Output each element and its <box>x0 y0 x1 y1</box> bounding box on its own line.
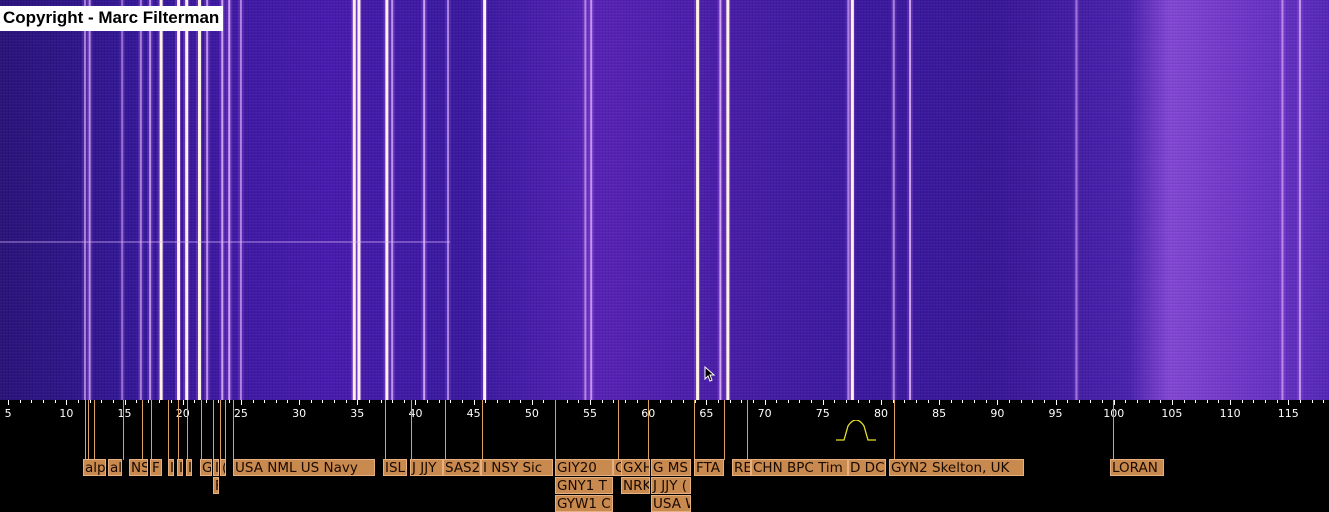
station-label[interactable]: ( <box>220 459 226 476</box>
signal-line <box>1281 0 1284 400</box>
station-marker <box>724 400 725 460</box>
station-marker <box>385 400 386 460</box>
signal-lines <box>0 0 1303 400</box>
station-label[interactable]: F <box>150 459 162 476</box>
signal-line <box>357 0 361 400</box>
station-labels: alpalNSFIIIGIF(USA NML US NavyISLJ JJYSA… <box>0 400 1329 512</box>
signal-line <box>159 0 163 400</box>
signal-line <box>423 0 426 400</box>
station-label[interactable]: J JJY <box>410 459 443 476</box>
station-marker <box>648 400 649 460</box>
signal-line <box>909 0 912 400</box>
station-marker <box>555 400 556 460</box>
signal-line <box>590 0 593 400</box>
signal-line <box>198 0 202 400</box>
station-marker <box>168 400 169 460</box>
station-label[interactable]: NS <box>129 459 148 476</box>
station-marker <box>694 400 695 460</box>
signal-line <box>239 0 242 400</box>
mouse-pointer-icon <box>704 366 716 382</box>
station-label[interactable]: I <box>177 459 183 476</box>
station-label[interactable]: F <box>213 477 219 494</box>
spectrum-waterfall[interactable] <box>0 0 1329 400</box>
station-marker <box>213 400 214 460</box>
signal-line <box>1298 0 1301 400</box>
signal-line <box>206 0 209 400</box>
station-marker <box>201 400 202 460</box>
station-label[interactable]: I <box>168 459 174 476</box>
station-marker <box>894 400 895 460</box>
station-label[interactable]: GNY1 T <box>555 477 613 494</box>
station-marker <box>187 400 188 460</box>
station-marker <box>94 400 95 460</box>
signal-line <box>719 0 722 400</box>
signal-line <box>385 0 389 400</box>
signal-line <box>892 0 895 400</box>
station-marker <box>88 400 89 460</box>
station-label[interactable]: J JJY ( <box>651 477 691 494</box>
station-label[interactable]: I NSY Sic <box>481 459 553 476</box>
station-label[interactable]: alp <box>83 459 106 476</box>
station-label[interactable]: CHN BPC Tim <box>751 459 848 476</box>
signal-line <box>726 0 730 400</box>
station-label[interactable]: USA W <box>651 495 691 512</box>
station-label[interactable]: ISL <box>383 459 407 476</box>
station-marker <box>482 400 483 460</box>
station-marker <box>445 400 446 460</box>
station-label[interactable]: G <box>200 459 212 476</box>
station-marker <box>151 400 152 460</box>
signal-line <box>139 0 142 400</box>
station-marker <box>1113 400 1114 460</box>
signal-line <box>447 0 450 400</box>
station-marker <box>618 400 619 460</box>
signal-line <box>121 0 124 400</box>
station-label[interactable]: D DC <box>848 459 886 476</box>
interference-streak <box>0 241 450 243</box>
station-label[interactable]: FTA <box>694 459 724 476</box>
signal-line <box>185 0 189 400</box>
signal-line <box>149 0 152 400</box>
signal-line <box>177 0 181 400</box>
station-label[interactable]: G MS <box>651 459 691 476</box>
station-marker <box>85 400 86 460</box>
station-marker <box>747 400 748 460</box>
signal-line <box>352 0 356 400</box>
passband-filter-shape[interactable] <box>836 420 876 442</box>
station-label[interactable]: GYN2 Skelton, UK <box>889 459 1024 476</box>
signal-line <box>88 0 91 400</box>
station-marker <box>233 400 234 460</box>
station-label[interactable]: al <box>108 459 122 476</box>
station-marker <box>411 400 412 460</box>
signal-line <box>83 0 86 400</box>
station-label[interactable]: LORAN <box>1110 459 1164 476</box>
station-label[interactable]: I <box>213 459 219 476</box>
signal-line <box>391 0 394 400</box>
station-label[interactable]: SAS2 <box>443 459 481 476</box>
station-marker <box>123 400 124 460</box>
signal-line <box>221 0 224 400</box>
station-marker <box>225 400 226 460</box>
station-label[interactable]: GIY20 <box>555 459 613 476</box>
station-marker <box>142 400 143 460</box>
station-label[interactable]: NRK <box>621 477 650 494</box>
copyright-watermark: Copyright - Marc Filterman <box>0 6 224 31</box>
station-label[interactable]: RE <box>732 459 751 476</box>
station-label[interactable]: GYW1 C <box>555 495 613 512</box>
signal-line <box>483 0 487 400</box>
signal-line <box>584 0 587 400</box>
station-label[interactable]: I <box>186 459 192 476</box>
signal-line <box>696 0 700 400</box>
station-label[interactable]: USA NML US Navy <box>233 459 375 476</box>
signal-line <box>850 0 854 400</box>
station-label[interactable]: GXH <box>621 459 650 476</box>
station-marker <box>178 400 179 460</box>
signal-line <box>1075 0 1078 400</box>
station-marker <box>220 400 221 460</box>
signal-line <box>228 0 231 400</box>
